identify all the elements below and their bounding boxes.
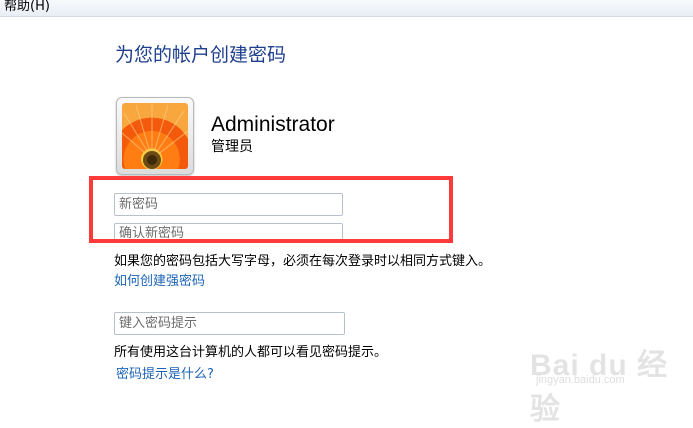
menu-help[interactable]: 帮助(H): [4, 0, 50, 16]
password-hint-field[interactable]: [114, 312, 345, 335]
page-title: 为您的帐户创建密码: [115, 44, 287, 66]
menu-bar: 帮助(H): [0, 0, 693, 17]
password-hint-help-link[interactable]: 密码提示是什么?: [116, 366, 214, 383]
hint-visibility-note: 所有使用这台计算机的人都可以看见密码提示。: [114, 345, 388, 360]
user-role: 管理员: [211, 139, 253, 155]
user-name: Administrator: [211, 113, 335, 136]
watermark-sub: jingyan.baidu.com: [536, 374, 625, 386]
avatar: [116, 97, 194, 175]
password-hint-input[interactable]: [115, 313, 344, 334]
case-sensitivity-note: 如果您的密码包括大写字母，必须在每次登录时以相同方式键入。: [114, 254, 492, 269]
flower-picture-icon: [122, 103, 188, 169]
highlight-box: [89, 176, 453, 243]
watermark: Bai du 经验 jingyan.baidu.com: [530, 340, 680, 426]
strong-password-link[interactable]: 如何创建强密码: [114, 273, 205, 290]
